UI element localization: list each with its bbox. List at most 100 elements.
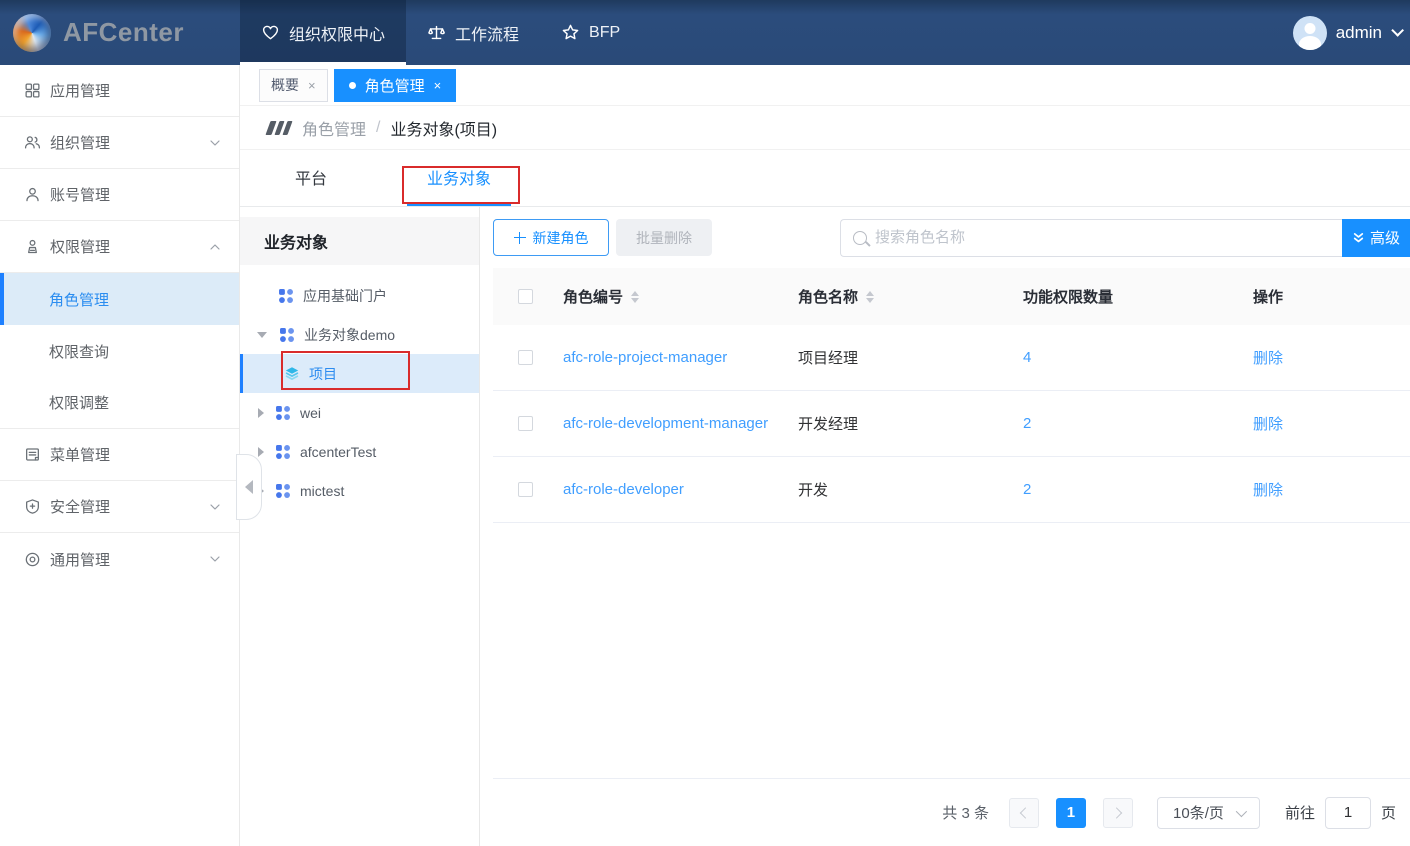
topnav-bfp[interactable]: BFP [540, 0, 641, 65]
permission-count-link[interactable]: 2 [1023, 415, 1031, 432]
double-chevron-down-icon [1352, 231, 1365, 245]
sidebar-item-label: 安全管理 [50, 496, 110, 517]
batch-delete-button[interactable]: 批量删除 [616, 219, 712, 256]
tree-panel-title: 业务对象 [240, 217, 479, 265]
sort-carets-icon[interactable] [631, 291, 639, 303]
afcenter-logo-icon [13, 14, 51, 52]
tree-node-business-object-demo[interactable]: 业务对象demo [240, 315, 479, 354]
star-icon [561, 23, 580, 42]
expander-right-icon[interactable] [258, 447, 264, 457]
topnav-label: 组织权限中心 [289, 21, 385, 45]
role-code-link[interactable]: afc-role-developer [563, 481, 684, 498]
chevron-down-icon [209, 137, 221, 149]
app-icon [274, 443, 292, 461]
search-input[interactable] [875, 229, 1330, 246]
tree-node-app-base-portal[interactable]: 应用基础门户 [240, 276, 479, 315]
page-unit-label: 页 [1381, 802, 1396, 823]
tree-node-label: afcenterTest [300, 444, 376, 460]
total-count: 共 3 条 [942, 802, 989, 823]
tree-node-project[interactable]: 项目 [240, 354, 479, 393]
permission-count-link[interactable]: 4 [1023, 349, 1031, 366]
search-group: 高级 [840, 219, 1410, 257]
close-icon[interactable]: × [308, 78, 316, 93]
page-size-select[interactable]: 10条/页 [1157, 797, 1260, 829]
sort-carets-icon[interactable] [866, 291, 874, 303]
tree-node-label: wei [300, 405, 321, 421]
sidebar-item-account-management[interactable]: 账号管理 [0, 169, 239, 221]
tree-node-mictest[interactable]: mictest [240, 471, 479, 510]
account-person-icon [24, 186, 41, 203]
plus-icon [514, 232, 526, 244]
sidebar-item-label: 菜单管理 [50, 444, 110, 465]
tab-label: 角色管理 [365, 75, 425, 96]
panel-collapse-handle[interactable] [236, 454, 262, 520]
row-checkbox[interactable] [518, 416, 533, 431]
subtab-label: 业务对象 [427, 165, 491, 189]
sidebar-item-general-management[interactable]: 通用管理 [0, 533, 239, 585]
tab-business-object[interactable]: 业务对象 [407, 150, 511, 206]
tree-node-label: mictest [300, 483, 344, 499]
app-icon [274, 482, 292, 500]
app-grid-icon [24, 82, 41, 99]
breadcrumb-slashes-icon [268, 121, 290, 135]
business-object-tree-panel: 业务对象 应用基础门户 业务对象demo [240, 207, 480, 846]
delete-link[interactable]: 删除 [1253, 350, 1283, 367]
close-icon[interactable]: × [434, 78, 442, 93]
advanced-button[interactable]: 高级 [1342, 219, 1410, 257]
brand-title: AFCenter [63, 17, 184, 48]
delete-link[interactable]: 删除 [1253, 482, 1283, 499]
breadcrumb: 角色管理 / 业务对象(项目) [240, 106, 1410, 150]
search-box [840, 219, 1342, 257]
chevron-down-icon [1391, 24, 1404, 37]
content-row: 业务对象 应用基础门户 业务对象demo [240, 207, 1410, 846]
prev-page-button[interactable] [1009, 798, 1039, 828]
tree-node-afcentertest[interactable]: afcenterTest [240, 432, 479, 471]
table-row: afc-role-project-manager 项目经理 4 删除 [493, 325, 1410, 391]
column-header-permission-count: 功能权限数量 [1023, 289, 1113, 306]
role-name: 开发 [798, 479, 828, 500]
current-page-button[interactable]: 1 [1056, 798, 1086, 828]
advanced-label: 高级 [1370, 227, 1400, 248]
permission-count-link[interactable]: 2 [1023, 481, 1031, 498]
sidebar-subitem-label: 角色管理 [49, 289, 109, 310]
topnav-org-permission-center[interactable]: 组织权限中心 [240, 0, 406, 65]
next-page-button[interactable] [1103, 798, 1133, 828]
role-code-link[interactable]: afc-role-project-manager [563, 349, 727, 366]
delete-link[interactable]: 删除 [1253, 416, 1283, 433]
sidebar-item-permission-adjust[interactable]: 权限调整 [0, 377, 239, 429]
sidebar-item-security-management[interactable]: 安全管理 [0, 481, 239, 533]
sidebar-item-role-management[interactable]: 角色管理 [0, 273, 239, 325]
subtab-label: 平台 [295, 165, 327, 189]
tree-node-wei[interactable]: wei [240, 393, 479, 432]
breadcrumb-separator: / [376, 119, 380, 137]
chevron-left-icon [1020, 807, 1031, 818]
sidebar-item-menu-management[interactable]: 菜单管理 [0, 429, 239, 481]
role-code-link[interactable]: afc-role-development-manager [563, 415, 768, 432]
topnav-label: 工作流程 [455, 21, 519, 45]
tab-role-management[interactable]: 角色管理 × [334, 69, 457, 102]
tree-node-label: 项目 [309, 364, 337, 384]
topnav-workflow[interactable]: 工作流程 [406, 0, 540, 65]
select-all-checkbox[interactable] [518, 289, 533, 304]
tab-platform[interactable]: 平台 [275, 150, 347, 206]
expander-down-icon[interactable] [257, 332, 267, 338]
sidebar-item-label: 账号管理 [50, 184, 110, 205]
row-checkbox[interactable] [518, 482, 533, 497]
role-name: 项目经理 [798, 347, 858, 368]
sidebar-item-label: 通用管理 [50, 549, 110, 570]
sidebar-item-org-management[interactable]: 组织管理 [0, 117, 239, 169]
sidebar-item-permission-query[interactable]: 权限查询 [0, 325, 239, 377]
new-role-button[interactable]: 新建角色 [493, 219, 609, 256]
user-menu[interactable]: admin [1293, 0, 1410, 65]
page-tabs: 概要 × 角色管理 × [240, 65, 1410, 106]
breadcrumb-item[interactable]: 角色管理 [302, 116, 366, 140]
sidebar-item-app-management[interactable]: 应用管理 [0, 65, 239, 117]
goto-page-input[interactable] [1325, 797, 1371, 829]
row-checkbox[interactable] [518, 350, 533, 365]
chevron-down-icon [209, 501, 221, 513]
tab-overview[interactable]: 概要 × [259, 69, 328, 102]
sidebar-item-permission-management[interactable]: 权限管理 [0, 221, 239, 273]
org-people-icon [24, 134, 41, 151]
scope-tabs: 平台 业务对象 [240, 150, 1410, 207]
expander-right-icon[interactable] [258, 408, 264, 418]
